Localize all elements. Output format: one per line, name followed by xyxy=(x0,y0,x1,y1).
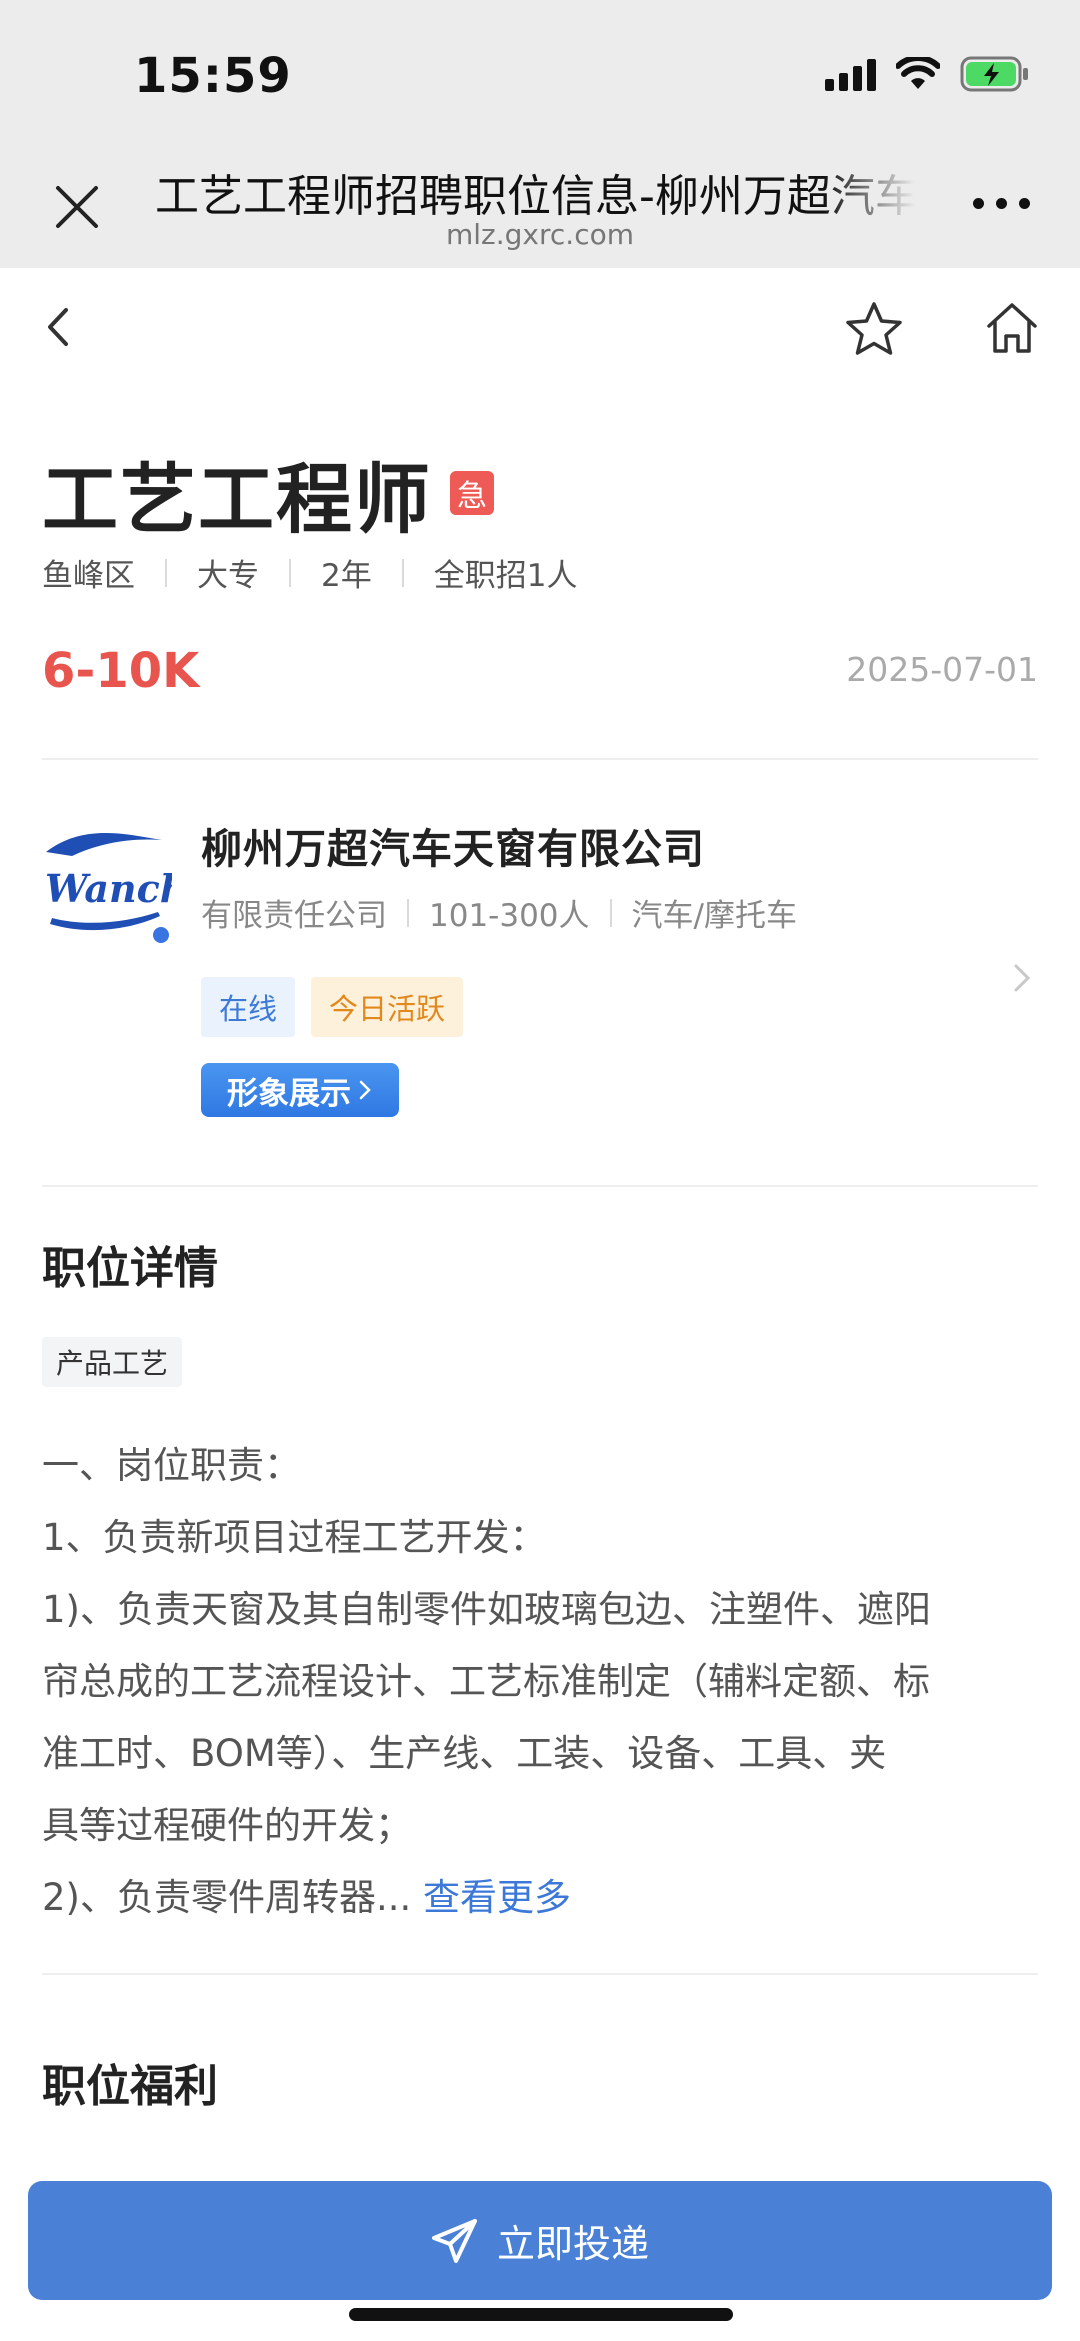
job-benefits-heading: 职位福利 xyxy=(42,2061,218,2112)
job-title: 工艺工程师 xyxy=(42,455,432,544)
send-icon xyxy=(431,2218,477,2263)
urgent-badge: 急 xyxy=(450,471,494,515)
online-tag: 在线 xyxy=(201,977,296,1037)
description-line: 具等过程硬件的开发； xyxy=(42,1804,412,1847)
apply-label: 立即投递 xyxy=(496,2222,649,2266)
chevron-right-icon[interactable] xyxy=(1008,958,1036,998)
company-meta: 有限责任公司 101-300人 汽车/摩托车 xyxy=(201,890,797,935)
description-line: 一、岗位职责： xyxy=(42,1444,301,1487)
home-icon[interactable] xyxy=(984,300,1040,356)
company-logo[interactable]: Wanchao xyxy=(42,814,237,944)
battery-charging-icon xyxy=(960,56,1030,92)
browser-top-bar: 15:59 工艺工程师招聘职位信息-柳州万超汽车天窗有限公司 mlz.gxrc.… xyxy=(0,0,1080,268)
status-time: 15:59 xyxy=(134,48,292,104)
company-industry: 汽车/摩托车 xyxy=(631,898,797,934)
favorite-star-icon[interactable] xyxy=(843,300,905,360)
company-name[interactable]: 柳州万超汽车天窗有限公司 xyxy=(201,815,705,875)
company-logo-text: Wanchao xyxy=(45,866,172,911)
home-indicator[interactable] xyxy=(349,2308,733,2321)
post-date: 2025-07-01 xyxy=(846,650,1038,689)
browser-page-title: 工艺工程师招聘职位信息-柳州万超汽车天窗有限公司 xyxy=(155,171,915,222)
status-icons xyxy=(825,56,1030,92)
showcase-label: 形象展示 xyxy=(227,1075,351,1112)
meta-divider xyxy=(407,898,409,927)
salary: 6-10K xyxy=(42,643,200,699)
job-details-heading: 职位详情 xyxy=(42,1243,218,1294)
description-line: 1、负责新项目过程工艺开发： xyxy=(42,1516,547,1559)
description-line: 准工时、BOM等）、生产线、工装、设备、工具、夹 xyxy=(42,1732,887,1775)
description-truncated: 2)、负责零件周转器... xyxy=(42,1876,412,1919)
job-meta: 鱼峰区 大专 2年 全职招1人 xyxy=(42,550,577,595)
back-icon[interactable] xyxy=(38,302,78,352)
active-today-tag: 今日活跃 xyxy=(311,977,464,1037)
meta-divider xyxy=(165,558,167,587)
company-type: 有限责任公司 xyxy=(201,898,387,934)
meta-divider xyxy=(289,558,291,587)
job-title-row: 工艺工程师 急 xyxy=(42,438,494,548)
job-experience: 2年 xyxy=(321,558,372,594)
cellular-signal-icon xyxy=(825,57,876,91)
view-more-link[interactable]: 查看更多 xyxy=(423,1876,571,1919)
wifi-icon xyxy=(896,57,940,91)
divider xyxy=(42,1185,1038,1187)
job-location: 鱼峰区 xyxy=(42,558,135,594)
meta-divider xyxy=(609,898,612,927)
job-description: 一、岗位职责： 1、负责新项目过程工艺开发： 1)、负责天窗及其自制零件如玻璃包… xyxy=(42,1430,1042,1934)
online-status-dot xyxy=(150,924,172,946)
browser-url: mlz.gxrc.com xyxy=(446,218,634,251)
company-size: 101-300人 xyxy=(429,898,590,934)
description-line: 1)、负责天窗及其自制零件如玻璃包边、注塑件、遮阳 xyxy=(42,1588,931,1631)
apply-now-button[interactable]: 立即投递 xyxy=(28,2181,1052,2300)
company-showcase-button[interactable]: 形象展示 xyxy=(201,1063,399,1117)
job-type-headcount: 全职招1人 xyxy=(433,558,578,594)
job-education: 大专 xyxy=(197,558,259,594)
skill-tag: 产品工艺 xyxy=(42,1337,183,1387)
divider xyxy=(42,1973,1038,1975)
description-line: 帘总成的工艺流程设计、工艺标准制定（辅料定额、标 xyxy=(42,1660,930,1703)
chevron-right-icon xyxy=(359,1080,371,1100)
more-icon[interactable] xyxy=(973,198,1030,209)
description-line: 2)、负责零件周转器... 查看更多 xyxy=(42,1862,1042,1934)
meta-divider xyxy=(401,558,404,587)
divider xyxy=(42,758,1038,760)
